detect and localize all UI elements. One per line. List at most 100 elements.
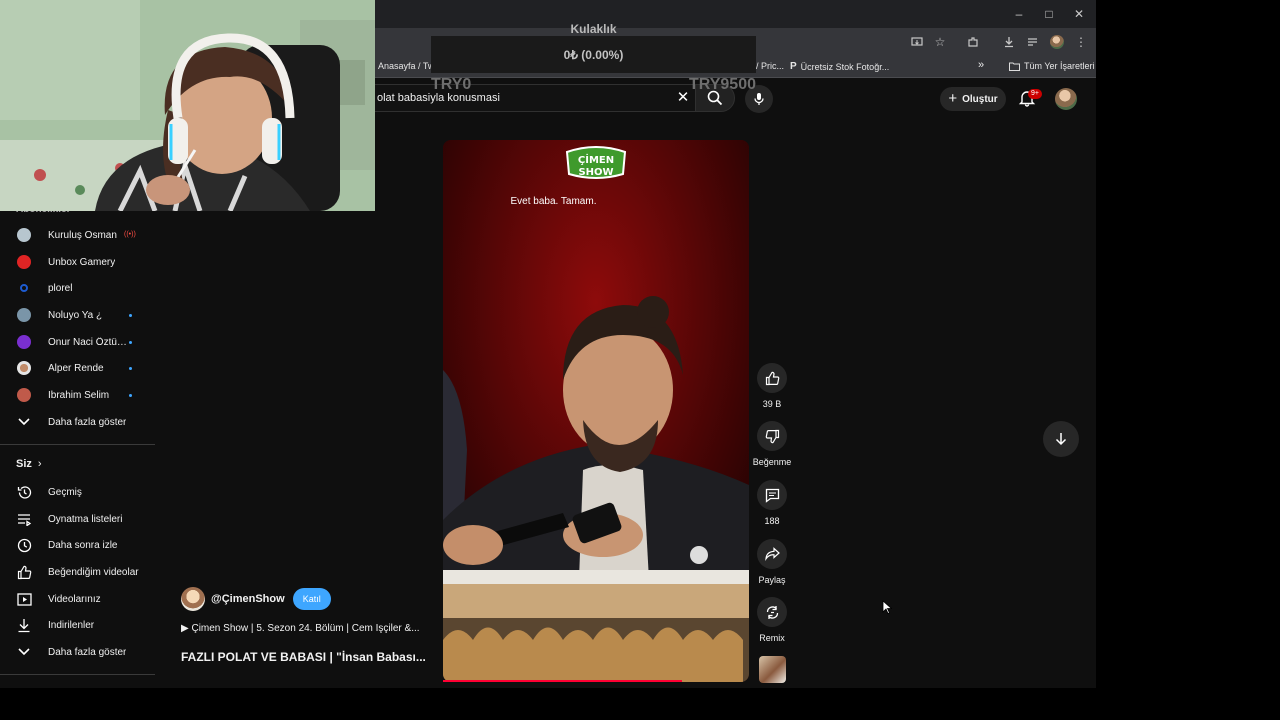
next-short-button[interactable] <box>1043 421 1079 457</box>
new-content-dot <box>129 393 132 397</box>
sidebar-item-label: Geçmiş <box>48 486 82 498</box>
sidebar-item-onur-naci-ozturk[interactable]: Onur Naci Öztürk... <box>0 329 155 355</box>
cimen-show-logo: ÇİMEN SHOW <box>565 146 627 179</box>
show-more-you-button[interactable]: Daha fazla göster <box>0 639 155 665</box>
channel-avatar <box>16 227 32 243</box>
account-avatar[interactable] <box>1055 88 1077 110</box>
video-title[interactable]: FAZLI POLAT VE BABASI | "İnsan Babası... <box>181 650 433 664</box>
video-caption: Evet baba. Tamam. <box>510 196 597 207</box>
bookmark-star-icon[interactable]: ☆ <box>931 33 949 51</box>
channel-row: @ÇimenShow Katıl <box>181 587 331 611</box>
bookmark-item[interactable]: Anasayfa / Tw <box>378 61 434 71</box>
bookmark-item[interactable]: / Pric... <box>756 61 784 71</box>
sidebar-item-label: Daha sonra izle <box>48 539 118 551</box>
svg-text:SHOW: SHOW <box>578 167 613 178</box>
sidebar-item-watch-later[interactable]: Daha sonra izle <box>0 532 155 558</box>
sidebar-divider <box>0 444 155 445</box>
p-logo-icon: P <box>790 61 797 72</box>
maximize-button[interactable]: □ <box>1034 0 1064 28</box>
you-section-header[interactable]: Siz › <box>16 458 42 470</box>
playlists-icon <box>16 511 32 527</box>
your-videos-icon <box>16 591 32 607</box>
channel-avatar <box>16 307 32 323</box>
bookmark-item[interactable]: P Ücretsiz Stok Fotoğr... <box>790 61 889 72</box>
thumbs-up-icon <box>757 363 787 393</box>
sidebar-item-label: plorel <box>48 282 73 294</box>
install-app-icon[interactable] <box>908 33 926 51</box>
video-progress-bar[interactable] <box>443 680 682 682</box>
show-more-label: Daha fazla göster <box>48 646 127 658</box>
sidebar-item-label: Kuruluş Osman <box>48 229 117 241</box>
original-sound-thumbnail[interactable] <box>759 656 786 683</box>
show-more-label: Daha fazla göster <box>48 416 127 428</box>
dislike-button[interactable]: Beğenme <box>752 421 792 467</box>
sidebar-item-label: Beğendiğim videolar <box>48 566 139 578</box>
reading-list-icon[interactable] <box>1024 33 1042 51</box>
sidebar-item-label: İbrahim Selim <box>48 389 110 401</box>
chevron-right-icon: › <box>37 458 42 470</box>
all-bookmarks-button[interactable]: Tüm Yer İşaretleri <box>1009 61 1095 71</box>
donation-goal-title: Kulaklık <box>570 22 617 36</box>
shorts-video-player[interactable]: ÇİMEN SHOW Evet baba. Tamam. <box>443 140 749 682</box>
dislike-label: Beğenme <box>752 457 792 467</box>
mouse-cursor <box>882 600 892 614</box>
plus-icon: + <box>948 90 958 107</box>
channel-name[interactable]: @ÇimenShow <box>211 593 285 605</box>
chevron-down-icon <box>16 414 32 430</box>
thumbs-up-icon <box>16 564 32 580</box>
you-header-label: Siz <box>16 458 32 470</box>
notification-count-badge: 9+ <box>1028 89 1042 99</box>
sidebar-divider <box>0 674 155 675</box>
webcam-overlay <box>0 0 375 211</box>
minimize-button[interactable]: – <box>1004 0 1034 28</box>
profile-avatar-icon[interactable] <box>1048 33 1066 51</box>
channel-avatar <box>16 280 32 296</box>
comment-count: 188 <box>764 516 780 526</box>
live-icon: ((•)) <box>124 231 136 238</box>
chevron-down-icon <box>16 644 32 660</box>
new-content-dot <box>129 340 132 344</box>
browser-menu-icon[interactable]: ⋮ <box>1072 33 1090 51</box>
playlist-link[interactable]: ▶ Çimen Show | 5. Sezon 24. Bölüm | Cem … <box>181 623 433 634</box>
sidebar-item-ibrahim-selim[interactable]: İbrahim Selim <box>0 382 155 408</box>
comment-icon <box>757 480 787 510</box>
channel-avatar[interactable] <box>181 587 205 611</box>
like-count: 39 B <box>762 399 782 409</box>
show-more-subscriptions-button[interactable]: Daha fazla göster <box>0 409 155 435</box>
sidebar-item-noluyo-ya[interactable]: Noluyo Ya ¿ <box>0 302 155 328</box>
sidebar-item-alper-rende[interactable]: Alper Rende <box>0 355 155 381</box>
comments-button[interactable]: 188 <box>752 480 792 526</box>
join-button[interactable]: Katıl <box>292 588 331 610</box>
sidebar-item-label: Unbox Gamery <box>48 256 116 268</box>
extensions-icon[interactable] <box>964 33 982 51</box>
create-label: Oluştur <box>962 93 998 105</box>
donation-goal-widget: Kulaklık 0₺ (0.00%) TRY0 TRY9500 <box>431 18 756 98</box>
bookmark-label: / Pric... <box>756 61 785 71</box>
sidebar-item-kurulus-osman[interactable]: Kuruluş Osman ((•)) <box>0 222 155 248</box>
create-button[interactable]: + Oluştur <box>940 87 1006 111</box>
share-button[interactable]: Paylaş <box>752 539 792 585</box>
sidebar-item-label: Onur Naci Öztürk... <box>48 336 128 348</box>
sidebar-item-your-videos[interactable]: Videolarınız <box>0 586 155 612</box>
sidebar-item-label: Videolarınız <box>48 593 101 605</box>
download-icon <box>16 617 32 633</box>
downloads-icon[interactable] <box>1000 33 1018 51</box>
sidebar-item-downloads[interactable]: İndirilenler <box>0 612 155 638</box>
share-icon <box>757 539 787 569</box>
svg-text:ÇİMEN: ÇİMEN <box>578 152 614 166</box>
channel-avatar <box>16 387 32 403</box>
like-button[interactable]: 39 B <box>752 363 792 409</box>
close-window-button[interactable]: ✕ <box>1064 0 1094 28</box>
remix-label: Remix <box>759 633 785 643</box>
sidebar-item-unbox-gamery[interactable]: Unbox Gamery <box>0 249 155 275</box>
remix-button[interactable]: Remix <box>752 597 792 643</box>
sidebar-item-label: Alper Rende <box>48 362 104 374</box>
screen: – □ ✕ ☆ ⋮ Anasayfa / Tw / Pric... P Ücre… <box>0 0 1280 720</box>
sidebar-item-history[interactable]: Geçmiş <box>0 479 155 505</box>
sidebar-item-plorel[interactable]: plorel <box>0 275 155 301</box>
sidebar-item-playlists[interactable]: Oynatma listeleri <box>0 506 155 532</box>
bookmark-label: Ücretsiz Stok Fotoğr... <box>800 61 890 72</box>
bookmarks-overflow-button[interactable]: » <box>978 59 984 71</box>
donation-amount: 0₺ (0.00%) <box>563 48 624 62</box>
sidebar-item-liked-videos[interactable]: Beğendiğim videolar <box>0 559 155 585</box>
